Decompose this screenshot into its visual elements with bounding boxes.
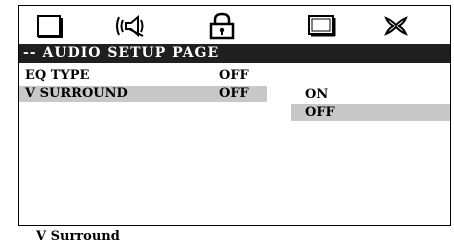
monitor-icon[interactable] <box>305 12 339 40</box>
submenu-option-on[interactable]: ON <box>291 86 450 103</box>
padlock-icon[interactable] <box>205 12 239 40</box>
osd-frame: -- AUDIO SETUP PAGE EQ TYPE OFF V SURROU… <box>18 5 451 226</box>
submenu-option-label: ON <box>305 87 329 102</box>
menu-item-label: V SURROUND <box>25 86 128 101</box>
tv-screen-icon[interactable] <box>33 12 67 40</box>
speaker-audio-icon[interactable] <box>113 12 147 40</box>
menu-item-label: EQ TYPE <box>25 68 90 83</box>
menu-item-v-surround[interactable]: V SURROUND OFF <box>19 86 267 102</box>
submenu-option-off[interactable]: OFF <box>291 104 450 121</box>
submenu-option-label: OFF <box>305 105 335 120</box>
page-title: -- AUDIO SETUP PAGE <box>19 44 450 63</box>
menu-item-value: OFF <box>219 68 249 83</box>
menu-item-value: OFF <box>219 86 249 101</box>
menu-item-eq-type[interactable]: EQ TYPE OFF <box>19 68 267 84</box>
icon-bar <box>19 6 450 44</box>
status-caption: V Surround <box>36 229 120 244</box>
exit-x-icon[interactable] <box>379 12 413 40</box>
